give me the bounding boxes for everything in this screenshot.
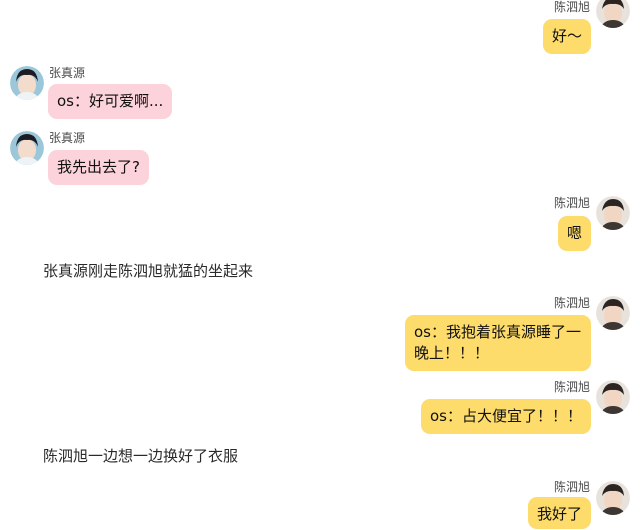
avatar-chen-sixu-icon[interactable] bbox=[596, 196, 630, 230]
sender-name: 陈泗旭 bbox=[553, 480, 590, 494]
message-bubble[interactable]: os：占大便宜了！！！ bbox=[421, 399, 591, 434]
avatar-chen-sixu-icon[interactable] bbox=[596, 0, 630, 28]
avatar-chen-sixu-icon[interactable] bbox=[596, 380, 630, 414]
message-bubble[interactable]: 好～ bbox=[542, 19, 591, 54]
sender-name: 陈泗旭 bbox=[553, 296, 590, 310]
narration-text: 张真源刚走陈泗旭就猛的坐起来 bbox=[43, 262, 254, 280]
message-bubble[interactable]: os：我抱着张真源睡了一晚上！！！ bbox=[405, 315, 591, 371]
sender-name: 陈泗旭 bbox=[553, 196, 590, 210]
avatar-chen-sixu-icon[interactable] bbox=[596, 296, 630, 330]
sender-name: 张真源 bbox=[49, 66, 86, 80]
narration-text: 陈泗旭一边想一边换好了衣服 bbox=[43, 447, 239, 465]
message-bubble[interactable]: 我先出去了? bbox=[48, 150, 149, 185]
avatar-zhang-zhenyuan-icon[interactable] bbox=[10, 66, 44, 100]
avatar-zhang-zhenyuan-icon[interactable] bbox=[10, 131, 44, 165]
sender-name: 张真源 bbox=[49, 131, 86, 145]
chat-thread: 陈泗旭 好～ 张真源 os：好可爱啊... 张真源 我先出去了? 陈泗旭 嗯 张… bbox=[0, 0, 640, 530]
message-bubble[interactable]: os：好可爱啊... bbox=[48, 84, 173, 119]
message-bubble[interactable]: 嗯 bbox=[557, 216, 591, 251]
message-bubble[interactable]: 我好了 bbox=[527, 497, 591, 529]
sender-name: 陈泗旭 bbox=[553, 380, 590, 394]
avatar-chen-sixu-icon[interactable] bbox=[596, 481, 630, 515]
sender-name: 陈泗旭 bbox=[553, 0, 590, 14]
